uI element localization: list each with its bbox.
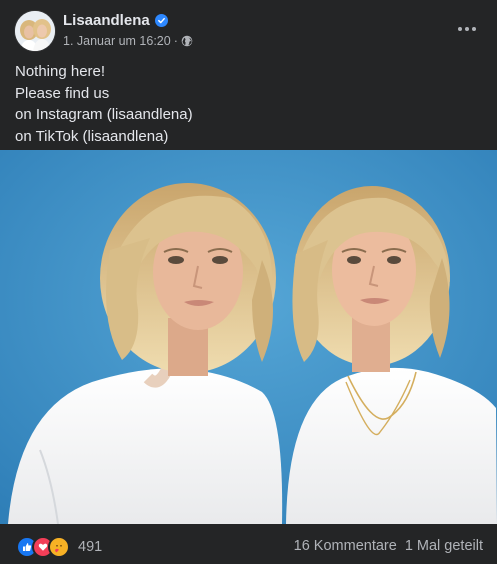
care-icon: [48, 536, 70, 558]
post-text: Nothing here! Please find us on Instagra…: [15, 61, 193, 147]
post-footer: 491 16 Kommentare 1 Mal geteilt: [0, 524, 497, 564]
post-photo[interactable]: [0, 150, 497, 524]
post-text-line: Nothing here!: [15, 63, 106, 80]
post-text-line: on Instagram (lisaandlena): [15, 106, 193, 123]
post-header: Lisaandlena 1. Januar um 16:20 ·: [0, 0, 497, 58]
shares-count-link[interactable]: 1 Mal geteilt: [405, 538, 483, 554]
avatar[interactable]: [15, 11, 55, 51]
globe-icon[interactable]: [181, 35, 193, 47]
post-timestamp[interactable]: 1. Januar um 16:20: [63, 34, 171, 48]
meta-separator: ·: [173, 34, 178, 48]
post-text-line: Please find us: [15, 84, 110, 102]
engagement-counts: 16 Kommentare 1 Mal geteilt: [294, 538, 483, 554]
post-text-line: on TikTok (lisaandlena): [15, 127, 169, 145]
reaction-count: 491: [78, 539, 103, 555]
more-options-icon[interactable]: [453, 15, 481, 43]
verified-badge-icon: [154, 14, 168, 27]
post-meta: 1. Januar um 16:20 ·: [63, 34, 193, 48]
reactions-summary[interactable]: 491: [16, 536, 102, 558]
author-row: Lisaandlena: [63, 12, 168, 29]
comments-count-link[interactable]: 16 Kommentare: [294, 538, 397, 554]
author-name[interactable]: Lisaandlena: [63, 12, 150, 29]
